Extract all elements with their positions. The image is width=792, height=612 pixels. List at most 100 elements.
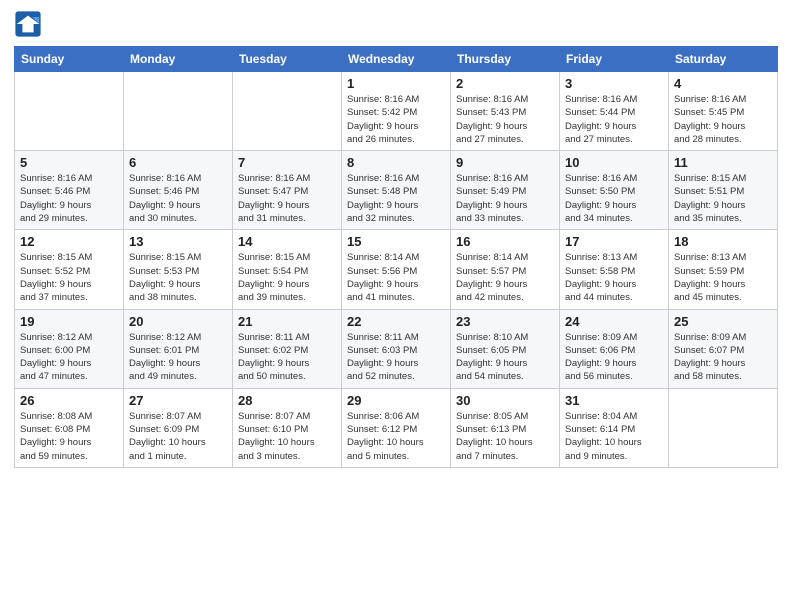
day-number: 7 (238, 155, 336, 170)
calendar-cell: 23 Sunrise: 8:10 AMSunset: 6:05 PMDayligh… (451, 309, 560, 388)
calendar-week-1: 1 Sunrise: 8:16 AMSunset: 5:42 PMDaylight… (15, 72, 778, 151)
day-info: Sunrise: 8:16 AMSunset: 5:47 PMDaylight:… (238, 172, 336, 225)
day-number: 21 (238, 314, 336, 329)
calendar-cell: 25Sunrise: 8:09 AMSunset: 6:07 PMDayligh… (669, 309, 778, 388)
day-number: 13 (129, 234, 227, 249)
day-number: 25 (674, 314, 772, 329)
calendar-week-4: 19 Sunrise: 8:12 AMSunset: 6:00 PMDayligh… (15, 309, 778, 388)
calendar-cell: 12 Sunrise: 8:15 AMSunset: 5:52 PMDayligh… (15, 230, 124, 309)
calendar-cell: 16 Sunrise: 8:14 AMSunset: 5:57 PMDayligh… (451, 230, 560, 309)
calendar-cell: 14 Sunrise: 8:15 AMSunset: 5:54 PMDayligh… (233, 230, 342, 309)
header (14, 10, 778, 38)
calendar-cell: 2 Sunrise: 8:16 AMSunset: 5:43 PMDaylight… (451, 72, 560, 151)
page: SundayMondayTuesdayWednesdayThursdayFrid… (0, 0, 792, 612)
day-number: 31 (565, 393, 663, 408)
calendar-cell: 11 Sunrise: 8:15 AMSunset: 5:51 PMDayligh… (669, 151, 778, 230)
day-info: Sunrise: 8:14 AMSunset: 5:57 PMDaylight:… (456, 251, 554, 304)
calendar-table: SundayMondayTuesdayWednesdayThursdayFrid… (14, 46, 778, 468)
weekday-header-wednesday: Wednesday (342, 47, 451, 72)
calendar-cell (669, 388, 778, 467)
day-number: 4 (674, 76, 772, 91)
day-info: Sunrise: 8:16 AMSunset: 5:49 PMDaylight:… (456, 172, 554, 225)
calendar-cell: 21Sunrise: 8:11 AMSunset: 6:02 PMDayligh… (233, 309, 342, 388)
calendar-week-2: 5 Sunrise: 8:16 AMSunset: 5:46 PMDaylight… (15, 151, 778, 230)
calendar-cell (124, 72, 233, 151)
calendar-cell: 5Sunrise: 8:16 AMSunset: 5:46 PMDaylight… (15, 151, 124, 230)
day-info: Sunrise: 8:12 AMSunset: 6:00 PMDaylight:… (20, 331, 118, 384)
day-info: Sunrise: 8:16 AMSunset: 5:45 PMDaylight:… (674, 93, 772, 146)
calendar-cell: 31 Sunrise: 8:04 AMSunset: 6:14 PMDayligh… (560, 388, 669, 467)
calendar-cell: 3 Sunrise: 8:16 AMSunset: 5:44 PMDaylight… (560, 72, 669, 151)
day-number: 23 (456, 314, 554, 329)
day-info: Sunrise: 8:05 AMSunset: 6:13 PMDaylight:… (456, 410, 554, 463)
weekday-header-sunday: Sunday (15, 47, 124, 72)
logo (14, 10, 46, 38)
day-number: 24 (565, 314, 663, 329)
calendar-cell: 20 Sunrise: 8:12 AMSunset: 6:01 PMDayligh… (124, 309, 233, 388)
weekday-header-saturday: Saturday (669, 47, 778, 72)
calendar-cell (233, 72, 342, 151)
calendar-cell: 1 Sunrise: 8:16 AMSunset: 5:42 PMDaylight… (342, 72, 451, 151)
day-info: Sunrise: 8:09 AMSunset: 6:06 PMDaylight:… (565, 331, 663, 384)
calendar-cell (15, 72, 124, 151)
day-number: 20 (129, 314, 227, 329)
day-number: 17 (565, 234, 663, 249)
day-info: Sunrise: 8:10 AMSunset: 6:05 PMDaylight:… (456, 331, 554, 384)
day-info: Sunrise: 8:14 AMSunset: 5:56 PMDaylight:… (347, 251, 445, 304)
day-number: 2 (456, 76, 554, 91)
weekday-header-thursday: Thursday (451, 47, 560, 72)
day-number: 11 (674, 155, 772, 170)
calendar-cell: 22 Sunrise: 8:11 AMSunset: 6:03 PMDayligh… (342, 309, 451, 388)
day-number: 5 (20, 155, 118, 170)
calendar-header-row: SundayMondayTuesdayWednesdayThursdayFrid… (15, 47, 778, 72)
calendar-week-3: 12 Sunrise: 8:15 AMSunset: 5:52 PMDayligh… (15, 230, 778, 309)
calendar-cell: 29 Sunrise: 8:06 AMSunset: 6:12 PMDayligh… (342, 388, 451, 467)
calendar-cell: 24 Sunrise: 8:09 AMSunset: 6:06 PMDayligh… (560, 309, 669, 388)
day-number: 19 (20, 314, 118, 329)
day-info: Sunrise: 8:16 AMSunset: 5:46 PMDaylight:… (129, 172, 227, 225)
day-info: Sunrise: 8:13 AMSunset: 5:58 PMDaylight:… (565, 251, 663, 304)
day-number: 22 (347, 314, 445, 329)
day-number: 16 (456, 234, 554, 249)
calendar-cell: 6 Sunrise: 8:16 AMSunset: 5:46 PMDaylight… (124, 151, 233, 230)
day-number: 8 (347, 155, 445, 170)
day-number: 14 (238, 234, 336, 249)
day-number: 29 (347, 393, 445, 408)
calendar-week-5: 26Sunrise: 8:08 AMSunset: 6:08 PMDayligh… (15, 388, 778, 467)
day-info: Sunrise: 8:15 AMSunset: 5:51 PMDaylight:… (674, 172, 772, 225)
day-info: Sunrise: 8:07 AMSunset: 6:09 PMDaylight:… (129, 410, 227, 463)
day-info: Sunrise: 8:16 AMSunset: 5:48 PMDaylight:… (347, 172, 445, 225)
day-info: Sunrise: 8:11 AMSunset: 6:03 PMDaylight:… (347, 331, 445, 384)
day-number: 26 (20, 393, 118, 408)
day-info: Sunrise: 8:15 AMSunset: 5:54 PMDaylight:… (238, 251, 336, 304)
weekday-header-monday: Monday (124, 47, 233, 72)
day-number: 9 (456, 155, 554, 170)
day-number: 30 (456, 393, 554, 408)
weekday-header-tuesday: Tuesday (233, 47, 342, 72)
day-info: Sunrise: 8:15 AMSunset: 5:52 PMDaylight:… (20, 251, 118, 304)
calendar-cell: 26Sunrise: 8:08 AMSunset: 6:08 PMDayligh… (15, 388, 124, 467)
day-info: Sunrise: 8:12 AMSunset: 6:01 PMDaylight:… (129, 331, 227, 384)
calendar-cell: 10Sunrise: 8:16 AMSunset: 5:50 PMDayligh… (560, 151, 669, 230)
calendar-cell: 28Sunrise: 8:07 AMSunset: 6:10 PMDayligh… (233, 388, 342, 467)
calendar-cell: 30 Sunrise: 8:05 AMSunset: 6:13 PMDayligh… (451, 388, 560, 467)
day-info: Sunrise: 8:04 AMSunset: 6:14 PMDaylight:… (565, 410, 663, 463)
day-info: Sunrise: 8:06 AMSunset: 6:12 PMDaylight:… (347, 410, 445, 463)
day-info: Sunrise: 8:16 AMSunset: 5:43 PMDaylight:… (456, 93, 554, 146)
day-info: Sunrise: 8:16 AMSunset: 5:50 PMDaylight:… (565, 172, 663, 225)
day-info: Sunrise: 8:16 AMSunset: 5:44 PMDaylight:… (565, 93, 663, 146)
weekday-header-friday: Friday (560, 47, 669, 72)
calendar-cell: 15 Sunrise: 8:14 AMSunset: 5:56 PMDayligh… (342, 230, 451, 309)
calendar-cell: 18Sunrise: 8:13 AMSunset: 5:59 PMDayligh… (669, 230, 778, 309)
day-number: 6 (129, 155, 227, 170)
calendar-cell: 4 Sunrise: 8:16 AMSunset: 5:45 PMDaylight… (669, 72, 778, 151)
day-number: 1 (347, 76, 445, 91)
calendar-cell: 8 Sunrise: 8:16 AMSunset: 5:48 PMDaylight… (342, 151, 451, 230)
day-info: Sunrise: 8:15 AMSunset: 5:53 PMDaylight:… (129, 251, 227, 304)
calendar-cell: 7 Sunrise: 8:16 AMSunset: 5:47 PMDaylight… (233, 151, 342, 230)
day-number: 3 (565, 76, 663, 91)
calendar-cell: 19 Sunrise: 8:12 AMSunset: 6:00 PMDayligh… (15, 309, 124, 388)
day-info: Sunrise: 8:16 AMSunset: 5:42 PMDaylight:… (347, 93, 445, 146)
day-number: 15 (347, 234, 445, 249)
day-number: 12 (20, 234, 118, 249)
